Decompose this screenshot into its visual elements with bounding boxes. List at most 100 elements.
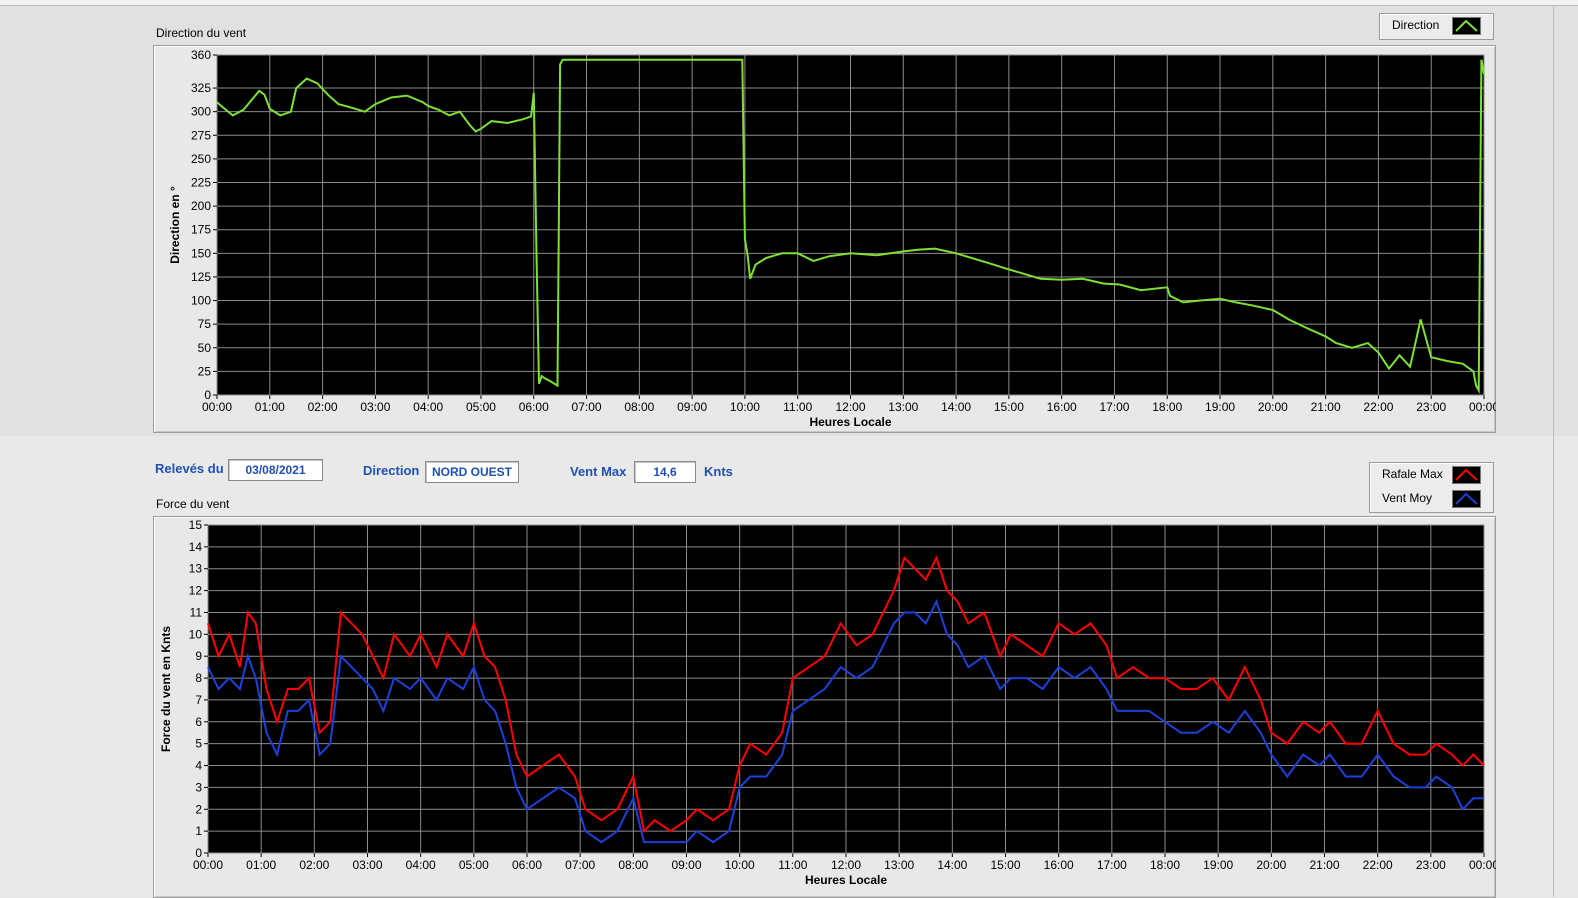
direction-x-tick-label: 15:00 <box>994 400 1024 414</box>
direction-x-tick-label: 04:00 <box>413 400 443 414</box>
force-y-tick-label: 0 <box>195 846 202 860</box>
direction-x-tick-label: 21:00 <box>1311 400 1341 414</box>
force-y-tick-label: 4 <box>195 759 202 773</box>
force-x-tick-label: 15:00 <box>990 858 1020 872</box>
direction-y-tick-label: 75 <box>198 317 212 331</box>
force-y-tick-label: 3 <box>195 780 202 794</box>
force-x-tick-label: 06:00 <box>512 858 542 872</box>
force-x-axis-label: Heures Locale <box>805 873 887 887</box>
force-x-tick-label: 05:00 <box>459 858 489 872</box>
legend-label-vent-moy: Vent Moy <box>1382 491 1433 505</box>
force-y-tick-label: 2 <box>195 802 202 816</box>
direction-y-tick-label: 0 <box>204 388 211 402</box>
legend-item-vent-moy[interactable]: Vent Moy <box>1370 487 1493 511</box>
direction-x-tick-label: 05:00 <box>466 400 496 414</box>
force-y-tick-label: 13 <box>189 562 203 576</box>
direction-x-tick-label: 02:00 <box>308 400 338 414</box>
legend-label-direction: Direction <box>1392 18 1440 32</box>
direction-y-tick-label: 175 <box>191 223 211 237</box>
force-y-tick-label: 10 <box>189 627 203 641</box>
line-style-icon[interactable] <box>1452 17 1481 35</box>
direction-chart: 00:00 01:00 02:00 03:00 04:00 05:00 06:00 07:00… <box>168 48 1496 429</box>
force-y-tick-label: 7 <box>195 693 202 707</box>
force-x-tick-label: 10:00 <box>725 858 755 872</box>
force-y-tick-label: 6 <box>195 715 202 729</box>
unit-label: Knts <box>704 464 733 479</box>
force-x-tick-label: 18:00 <box>1150 858 1180 872</box>
force-x-tick-label: 04:00 <box>406 858 436 872</box>
direction-x-tick-label: 13:00 <box>888 400 918 414</box>
direction-y-tick-label: 125 <box>191 270 211 284</box>
force-x-tick-label: 03:00 <box>352 858 382 872</box>
direction-chart-title: Direction du vent <box>156 26 247 40</box>
force-y-tick-label: 15 <box>189 518 203 532</box>
direction-field[interactable]: NORD OUEST <box>425 461 519 483</box>
force-y-axis-label: Force du vent en Knts <box>159 626 173 752</box>
line-style-icon[interactable] <box>1452 490 1481 508</box>
direction-y-tick-label: 300 <box>191 105 211 119</box>
direction-x-tick-label: 19:00 <box>1205 400 1235 414</box>
direction-y-tick-label: 25 <box>198 364 212 378</box>
force-x-tick-label: 21:00 <box>1309 858 1339 872</box>
direction-y-tick-label: 100 <box>191 294 211 308</box>
force-x-tick-label: 13:00 <box>884 858 914 872</box>
direction-y-tick-label: 250 <box>191 152 211 166</box>
direction-x-tick-label: 14:00 <box>941 400 971 414</box>
force-x-tick-label: 14:00 <box>937 858 967 872</box>
force-x-tick-label: 02:00 <box>299 858 329 872</box>
force-legend[interactable]: Rafale Max Vent Moy <box>1369 462 1494 513</box>
force-x-tick-label: 20:00 <box>1256 858 1286 872</box>
force-x-tick-label: 00:00 <box>193 858 223 872</box>
legend-item-direction[interactable]: Direction <box>1380 14 1493 38</box>
legend-item-rafale-max[interactable]: Rafale Max <box>1370 463 1493 487</box>
direction-x-tick-label: 00:00 <box>202 400 232 414</box>
direction-x-axis-label: Heures Locale <box>809 415 891 429</box>
direction-y-axis-label: Direction en ° <box>168 186 182 264</box>
direction-x-tick-label: 00:00 <box>1469 400 1496 414</box>
force-x-tick-label: 01:00 <box>246 858 276 872</box>
vent-max-label: Vent Max <box>570 464 627 479</box>
force-x-tick-label: 22:00 <box>1363 858 1393 872</box>
direction-x-tick-label: 22:00 <box>1363 400 1393 414</box>
force-y-tick-label: 8 <box>195 671 202 685</box>
direction-x-tick-label: 03:00 <box>360 400 390 414</box>
direction-x-tick-label: 16:00 <box>1047 400 1077 414</box>
date-field[interactable]: 03/08/2021 <box>228 459 323 481</box>
direction-x-tick-label: 11:00 <box>783 400 812 414</box>
direction-legend[interactable]: Direction <box>1379 13 1494 40</box>
force-x-tick-label: 00:00 <box>1469 858 1496 872</box>
force-x-tick-label: 12:00 <box>831 858 861 872</box>
direction-y-tick-label: 275 <box>191 128 211 142</box>
force-x-tick-label: 08:00 <box>618 858 648 872</box>
direction-y-tick-label: 360 <box>191 48 211 62</box>
force-y-tick-label: 1 <box>195 824 202 838</box>
force-x-tick-label: 16:00 <box>1044 858 1074 872</box>
date-label: Relevés du <box>155 461 224 476</box>
force-y-tick-label: 12 <box>189 584 203 598</box>
direction-x-tick-label: 09:00 <box>677 400 707 414</box>
direction-y-tick-label: 150 <box>191 246 211 260</box>
direction-x-tick-label: 06:00 <box>519 400 549 414</box>
force-x-tick-label: 17:00 <box>1097 858 1127 872</box>
direction-x-tick-label: 20:00 <box>1258 400 1288 414</box>
force-y-tick-label: 11 <box>190 605 203 619</box>
direction-x-tick-label: 23:00 <box>1416 400 1446 414</box>
force-y-tick-label: 9 <box>195 649 202 663</box>
force-chart: 00:00 01:00 02:00 03:00 04:00 05:00 06:00 07:00… <box>159 518 1496 887</box>
line-style-icon[interactable] <box>1452 466 1481 484</box>
direction-x-tick-label: 12:00 <box>835 400 865 414</box>
vent-max-field[interactable]: 14,6 <box>634 461 696 483</box>
force-y-tick-label: 5 <box>195 737 202 751</box>
right-divider <box>1553 6 1554 897</box>
force-x-tick-label: 23:00 <box>1416 858 1446 872</box>
direction-y-tick-label: 325 <box>191 81 211 95</box>
direction-x-tick-label: 08:00 <box>624 400 654 414</box>
force-x-tick-label: 09:00 <box>671 858 701 872</box>
direction-x-tick-label: 17:00 <box>1099 400 1129 414</box>
direction-x-tick-label: 07:00 <box>572 400 602 414</box>
direction-x-tick-label: 10:00 <box>730 400 760 414</box>
direction-y-tick-label: 50 <box>198 341 212 355</box>
direction-x-tick-label: 18:00 <box>1152 400 1182 414</box>
direction-y-tick-label: 200 <box>191 199 211 213</box>
direction-y-tick-label: 225 <box>191 176 211 190</box>
